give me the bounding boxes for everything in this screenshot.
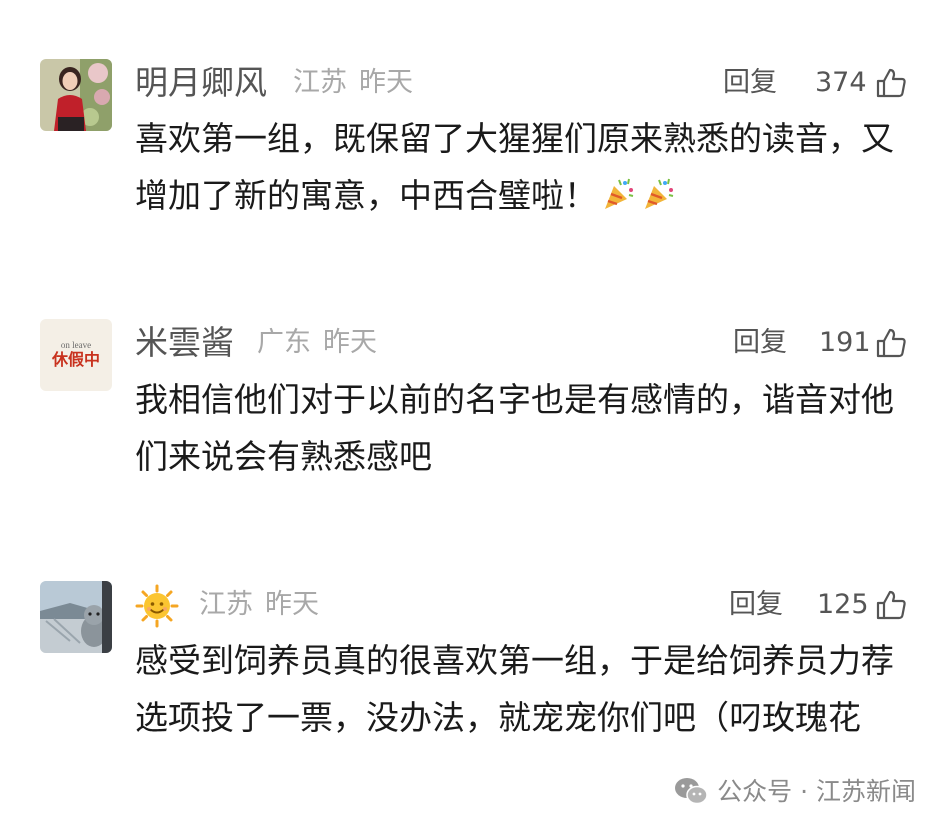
sun-emoji-icon[interactable] <box>135 584 179 628</box>
reply-button[interactable]: 回复 <box>723 59 777 107</box>
reply-button[interactable]: 回复 <box>729 581 783 629</box>
region-label: 江苏 <box>293 67 347 98</box>
like-count: 191 <box>819 327 871 358</box>
woman-portrait-avatar-icon <box>40 59 112 131</box>
avatar[interactable]: on leave 休假中 <box>40 319 112 391</box>
comment-header: 米雲酱 广东 昨天 回复 191 <box>135 319 909 367</box>
thumbs-up-icon[interactable] <box>875 327 907 359</box>
comment-meta: 江苏 昨天 <box>199 581 319 629</box>
comment-text: 我相信他们对于以前的名字也是有感情的，谐音对他们来说会有熟悉感吧 <box>135 380 894 476</box>
on-leave-sign-avatar-icon: on leave 休假中 <box>40 319 112 391</box>
wechat-icon <box>675 778 708 805</box>
like-count: 125 <box>817 589 869 620</box>
comment-text: 感受到饲养员真的很喜欢第一组，于是给饲养员力荐选项投了一票，没办法，就宠宠你们吧… <box>135 641 894 737</box>
nickname[interactable]: 明月卿风 <box>135 59 267 107</box>
avatar-caption: on leave <box>61 340 91 350</box>
thumbs-up-icon[interactable] <box>875 589 907 621</box>
region-label: 广东 <box>257 327 311 358</box>
plush-toy-window-avatar-icon <box>40 581 112 653</box>
region-label: 江苏 <box>199 589 253 620</box>
comment-body: 喜欢第一组，既保留了大猩猩们原来熟悉的读音，又增加了新的寓意，中西合璧啦！ <box>135 119 894 215</box>
avatar[interactable] <box>40 59 112 131</box>
comment-text: 喜欢第一组，既保留了大猩猩们原来熟悉的读音，又增加了新的寓意，中西合璧啦！ <box>135 110 905 224</box>
party-popper-icon <box>605 178 634 209</box>
source-watermark: 公众号 · 江苏新闻 <box>673 774 916 810</box>
comment-meta: 广东 昨天 <box>257 319 377 367</box>
avatar-title: 休假中 <box>51 350 100 369</box>
comment-header: 江苏 昨天 回复 125 <box>135 581 909 629</box>
nickname[interactable]: 米雲酱 <box>135 319 234 367</box>
time-label: 昨天 <box>359 67 413 98</box>
thumbs-up-icon[interactable] <box>875 67 907 99</box>
reply-button[interactable]: 回复 <box>733 319 787 367</box>
party-popper-icon <box>645 178 674 209</box>
time-label: 昨天 <box>265 589 319 620</box>
avatar[interactable] <box>40 581 112 653</box>
comment-header: 明月卿风 江苏 昨天 回复 374 <box>135 59 909 107</box>
like-count: 374 <box>815 67 867 98</box>
watermark-label: 公众号 · 江苏新闻 <box>717 777 916 806</box>
time-label: 昨天 <box>323 327 377 358</box>
comment-meta: 江苏 昨天 <box>293 59 413 107</box>
